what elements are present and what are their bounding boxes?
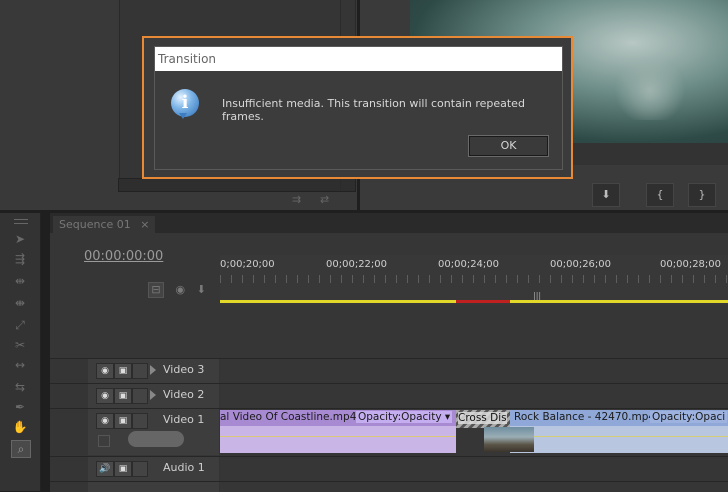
clip-thumbnail [484, 427, 534, 452]
track-audio-2 [50, 481, 728, 492]
expand-track-icon[interactable] [150, 390, 156, 400]
source-scrollbar[interactable] [118, 178, 356, 192]
selection-tool-icon[interactable]: ➤ [11, 231, 29, 247]
sync-lock-icon[interactable]: ▣ [114, 461, 132, 477]
pen-tool-icon[interactable]: ✒ [11, 399, 29, 415]
track-header: ◉ ▣ Video 1 [88, 409, 219, 455]
sync-lock-icon[interactable]: ▣ [114, 413, 132, 429]
sync-lock-icon[interactable]: ▣ [114, 388, 132, 404]
eye-icon[interactable]: ◉ [96, 388, 114, 404]
slide-tool-icon[interactable]: ⇆ [11, 379, 29, 395]
ruler-ticks [220, 275, 728, 283]
time-ruler[interactable]: 0;00;20;00 00;00;22;00 00;00;24;00 00;00… [220, 255, 728, 305]
lock-toggle[interactable] [132, 388, 148, 404]
mark-out-button[interactable]: } [688, 183, 716, 207]
clip-name: Rock Balance - 42470.mp4 [514, 411, 656, 423]
mark-in-button[interactable]: { [646, 183, 674, 207]
ruler-label: 00;00;24;00 [438, 259, 500, 270]
track-header: 🔊 ▣ Audio 1 [88, 457, 219, 481]
set-marker-icon[interactable]: ◉ [176, 283, 186, 296]
expand-track-icon[interactable] [150, 365, 156, 375]
zoom-tool-icon[interactable]: ⌕ [11, 440, 31, 458]
display-style-icon[interactable] [98, 435, 110, 447]
track-header: ◉ ▣ Video 3 [88, 359, 219, 383]
track-header: ◉ ▣ Video 2 [88, 384, 219, 408]
timeline-header-icons: ⊟ ◉ ⬇ [148, 282, 206, 298]
ripple-edit-tool-icon[interactable]: ⇹ [11, 273, 29, 289]
marker-button[interactable]: ⬇ [592, 183, 620, 207]
track-lane[interactable] [220, 384, 728, 408]
ruler-label: 0;00;20;00 [220, 259, 275, 270]
timecode-display[interactable]: 00:00:00:00 [84, 249, 163, 264]
dialog-message: Insufficient media. This transition will… [222, 97, 525, 123]
timeline-panel: Sequence 01 × 00:00:00:00 ⊟ ◉ ⬇ 0;00;20;… [50, 213, 728, 492]
lock-toggle[interactable] [132, 461, 148, 477]
track-name: Video 1 [163, 413, 205, 426]
timeline-tab-bar: Sequence 01 × [50, 213, 728, 233]
snap-icon[interactable]: ⊟ [148, 282, 164, 298]
track-name: Video 2 [163, 388, 205, 401]
track-name: Video 3 [163, 363, 205, 376]
playhead-marker[interactable]: ||| [533, 291, 541, 300]
close-icon[interactable]: × [140, 218, 149, 231]
track-video-3: ◉ ▣ Video 3 [50, 358, 728, 383]
track-audio-1: 🔊 ▣ Audio 1 [50, 456, 728, 481]
track-lane[interactable]: al Video Of Coastline.mp4 Opacity:Opacit… [220, 409, 728, 455]
rate-stretch-tool-icon[interactable]: ⤢ [11, 317, 29, 333]
lock-toggle[interactable] [132, 413, 148, 429]
ok-button[interactable]: OK [468, 135, 549, 157]
track-lane[interactable] [220, 457, 728, 481]
ruler-label: 00;00;28;00 [660, 259, 722, 270]
dialog-title: Transition [155, 47, 562, 71]
export-frame-icon[interactable]: ⇉ [292, 193, 301, 206]
track-video-1: ◉ ▣ Video 1 al Video Of Coastline.mp4 Op… [50, 408, 728, 455]
clip-rock-balance[interactable]: Rock Balance - 42470.mp4 Opacity:Opaci [510, 410, 728, 453]
tools-panel: ➤ ⇶ ⇹ ⇼ ⤢ ✂ ↔ ⇆ ✒ ✋ ⌕ [0, 213, 41, 491]
transition-cross-dissolve[interactable]: Cross Dis [456, 410, 510, 428]
track-name: Audio 1 [163, 461, 205, 474]
razor-tool-icon[interactable]: ✂ [11, 337, 29, 353]
insert-icon[interactable]: ⇄ [320, 193, 329, 206]
eye-icon[interactable]: ◉ [96, 363, 114, 379]
dialog-body: i Insufficient media. This transition wi… [155, 71, 562, 169]
eye-icon[interactable]: ◉ [96, 413, 114, 429]
add-marker-icon[interactable]: ⬇ [197, 283, 206, 296]
opacity-line[interactable] [220, 436, 456, 437]
panel-grip[interactable] [14, 219, 28, 224]
transition-dialog: Transition i Insufficient media. This tr… [142, 36, 573, 179]
lock-toggle[interactable] [132, 363, 148, 379]
ruler-label: 00;00;22;00 [326, 259, 388, 270]
clip-coastline[interactable]: al Video Of Coastline.mp4 Opacity:Opacit… [220, 410, 456, 453]
ruler-label: 00;00;26;00 [550, 259, 612, 270]
track-video-2: ◉ ▣ Video 2 [50, 383, 728, 408]
tab-sequence-01[interactable]: Sequence 01 × [53, 216, 156, 233]
info-icon: i [171, 89, 199, 119]
dialog-window: Transition i Insufficient media. This tr… [154, 46, 563, 170]
clip-opacity-menu[interactable]: Opacity:Opaci [650, 411, 728, 423]
opacity-line[interactable] [510, 436, 728, 437]
hand-tool-icon[interactable]: ✋ [11, 419, 29, 435]
clip-name: al Video Of Coastline.mp4 [220, 411, 357, 423]
speaker-icon[interactable]: 🔊 [96, 461, 114, 477]
rolling-edit-tool-icon[interactable]: ⇼ [11, 295, 29, 311]
clip-opacity-menu[interactable]: Opacity:Opacity ▾ [356, 411, 453, 423]
program-video-highlight [610, 60, 690, 120]
slip-tool-icon[interactable]: ↔ [11, 357, 29, 373]
track-lane[interactable] [220, 359, 728, 383]
keyframe-navigator[interactable] [128, 431, 184, 447]
track-select-tool-icon[interactable]: ⇶ [11, 251, 29, 267]
transition-label: Cross Dis [458, 412, 507, 424]
render-bar [456, 300, 510, 303]
timeline-empty-area [220, 305, 728, 357]
sync-lock-icon[interactable]: ▣ [114, 363, 132, 379]
tab-label: Sequence 01 [59, 218, 131, 231]
